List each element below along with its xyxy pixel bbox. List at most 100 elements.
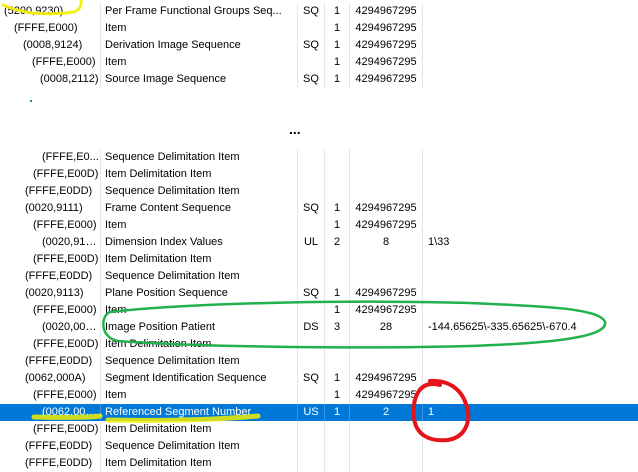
tag-cell: (0020,9111) — [0, 200, 101, 217]
stray-dot — [30, 100, 32, 102]
description-cell: Dimension Index Values — [101, 234, 298, 251]
length-cell: 4294967295 — [350, 71, 423, 88]
value-cell: 1\33 — [428, 236, 450, 248]
vr-cell: SQ — [298, 285, 325, 302]
vm-cell — [325, 251, 350, 268]
description-cell: Source Image Sequence — [101, 71, 298, 88]
length-cell — [350, 438, 423, 455]
tag-cell: (FFFE,E000) — [0, 302, 101, 319]
vr-cell: SQ — [298, 370, 325, 387]
tag-cell: (0020,9113) — [0, 285, 101, 302]
tag-cell: (5200,9230) — [0, 3, 101, 20]
vm-cell: 1 — [325, 370, 350, 387]
value-cell — [423, 268, 638, 285]
tag-cell: (FFFE,E00D) — [0, 166, 101, 183]
vr-cell — [298, 149, 325, 166]
vm-cell — [325, 268, 350, 285]
vr-cell — [298, 217, 325, 234]
length-cell: 2 — [350, 404, 423, 421]
vr-cell: DS — [298, 319, 325, 336]
value-cell — [423, 183, 638, 200]
value-cell — [423, 421, 638, 438]
vm-cell: 1 — [325, 200, 350, 217]
length-cell — [350, 268, 423, 285]
tag-cell: (FFFE,E00D) — [0, 251, 101, 268]
vm-cell — [325, 183, 350, 200]
table-row[interactable]: (FFFE,E00D) Item Delimitation Item — [0, 421, 638, 438]
value-cell: 1 — [428, 406, 435, 418]
table-row[interactable]: (FFFE,E00D) Item Delimitation Item — [0, 336, 638, 353]
description-cell: Item Delimitation Item — [101, 251, 298, 268]
table-row[interactable]: (FFFE,E0DD) Sequence Delimitation Item — [0, 268, 638, 285]
value-cell — [423, 71, 638, 88]
tag-cell: (FFFE,E0DD) — [0, 268, 101, 285]
table-row[interactable]: (FFFE,E0DD) Sequence Delimitation Item — [0, 438, 638, 455]
description-cell: Image Position Patient — [101, 319, 298, 336]
tag-cell: (0020,0032) — [0, 319, 101, 336]
value-cell: -144.65625\-335.65625\-670.4 — [428, 321, 577, 333]
vm-cell — [325, 353, 350, 370]
vr-cell — [298, 438, 325, 455]
description-cell: Derivation Image Sequence — [101, 37, 298, 54]
table-row[interactable]: (FFFE,E000) Item 1 4294967295 — [0, 387, 638, 404]
table-row[interactable]: (0008,9124) Derivation Image Sequence SQ 1 4… — [0, 37, 638, 54]
vm-cell: 1 — [325, 404, 350, 421]
description-cell: Item — [101, 302, 298, 319]
table-row[interactable]: (0020,9113) Plane Position Sequence SQ 1 429… — [0, 285, 638, 302]
table-row[interactable]: (FFFE,E00D) Item Delimitation Item — [0, 251, 638, 268]
description-cell: Plane Position Sequence — [101, 285, 298, 302]
length-cell — [350, 251, 423, 268]
length-cell: 4294967295 — [350, 200, 423, 217]
value-cell — [423, 455, 638, 472]
table-row[interactable]: (FFFE,E000) Item 1 4294967295 — [0, 302, 638, 319]
selected-table-row[interactable]: (0062,000... Referenced Segment Number US 1… — [0, 404, 638, 421]
description-cell: Item — [101, 217, 298, 234]
table-row[interactable]: (FFFE,E0... Sequence Delimitation Item — [0, 149, 638, 166]
value-cell — [423, 336, 638, 353]
value-cell — [423, 285, 638, 302]
description-cell: Item Delimitation Item — [101, 166, 298, 183]
table-row[interactable]: (0020,9111) Frame Content Sequence SQ 1 4294… — [0, 200, 638, 217]
length-cell: 4294967295 — [350, 217, 423, 234]
length-cell — [350, 421, 423, 438]
table-row[interactable]: (FFFE,E0DD) Item Delimitation Item — [0, 455, 638, 472]
description-cell: Item — [101, 20, 298, 37]
bottom-tag-table: (FFFE,E0... Sequence Delimitation Item (FF… — [0, 149, 638, 472]
table-row[interactable]: (FFFE,E0DD) Sequence Delimitation Item — [0, 183, 638, 200]
length-cell: 8 — [350, 234, 423, 251]
length-cell: 4294967295 — [350, 20, 423, 37]
vr-cell — [298, 20, 325, 37]
vm-cell: 1 — [325, 217, 350, 234]
description-cell: Sequence Delimitation Item — [101, 353, 298, 370]
tag-cell: (FFFE,E000) — [0, 217, 101, 234]
table-row[interactable]: (0020,0032) Image Position Patient DS 3 28 -1… — [0, 319, 638, 336]
tag-cell: (FFFE,E00D) — [0, 421, 101, 438]
length-cell — [350, 353, 423, 370]
table-row[interactable]: (0008,2112) Source Image Sequence SQ 1 42949… — [0, 71, 638, 88]
table-row[interactable]: (5200,9230) Per Frame Functional Groups S… — [0, 3, 638, 20]
tag-cell: (0062,000... — [0, 404, 101, 421]
description-cell: Frame Content Sequence — [101, 200, 298, 217]
length-cell — [350, 166, 423, 183]
table-row[interactable]: (FFFE,E000) Item 1 4294967295 — [0, 20, 638, 37]
length-cell: 4294967295 — [350, 37, 423, 54]
vr-cell — [298, 54, 325, 71]
value-cell — [423, 200, 638, 217]
vr-cell: UL — [298, 234, 325, 251]
tag-cell: (FFFE,E000) — [0, 387, 101, 404]
vm-cell: 1 — [325, 54, 350, 71]
table-row[interactable]: (0062,000A) Segment Identification Sequen… — [0, 370, 638, 387]
table-row[interactable]: (FFFE,E000) Item 1 4294967295 — [0, 217, 638, 234]
description-cell: Item Delimitation Item — [101, 455, 298, 472]
value-cell — [423, 438, 638, 455]
length-cell: 4294967295 — [350, 3, 423, 20]
table-row[interactable]: (FFFE,E00D) Item Delimitation Item — [0, 166, 638, 183]
tag-cell: (FFFE,E0... — [0, 149, 101, 166]
vm-cell — [325, 438, 350, 455]
vr-cell — [298, 302, 325, 319]
table-row[interactable]: (0020,9157) Dimension Index Values UL 2 8 1\3… — [0, 234, 638, 251]
vm-cell: 1 — [325, 3, 350, 20]
value-cell — [423, 370, 638, 387]
table-row[interactable]: (FFFE,E0DD) Sequence Delimitation Item — [0, 353, 638, 370]
table-row[interactable]: (FFFE,E000) Item 1 4294967295 — [0, 54, 638, 71]
